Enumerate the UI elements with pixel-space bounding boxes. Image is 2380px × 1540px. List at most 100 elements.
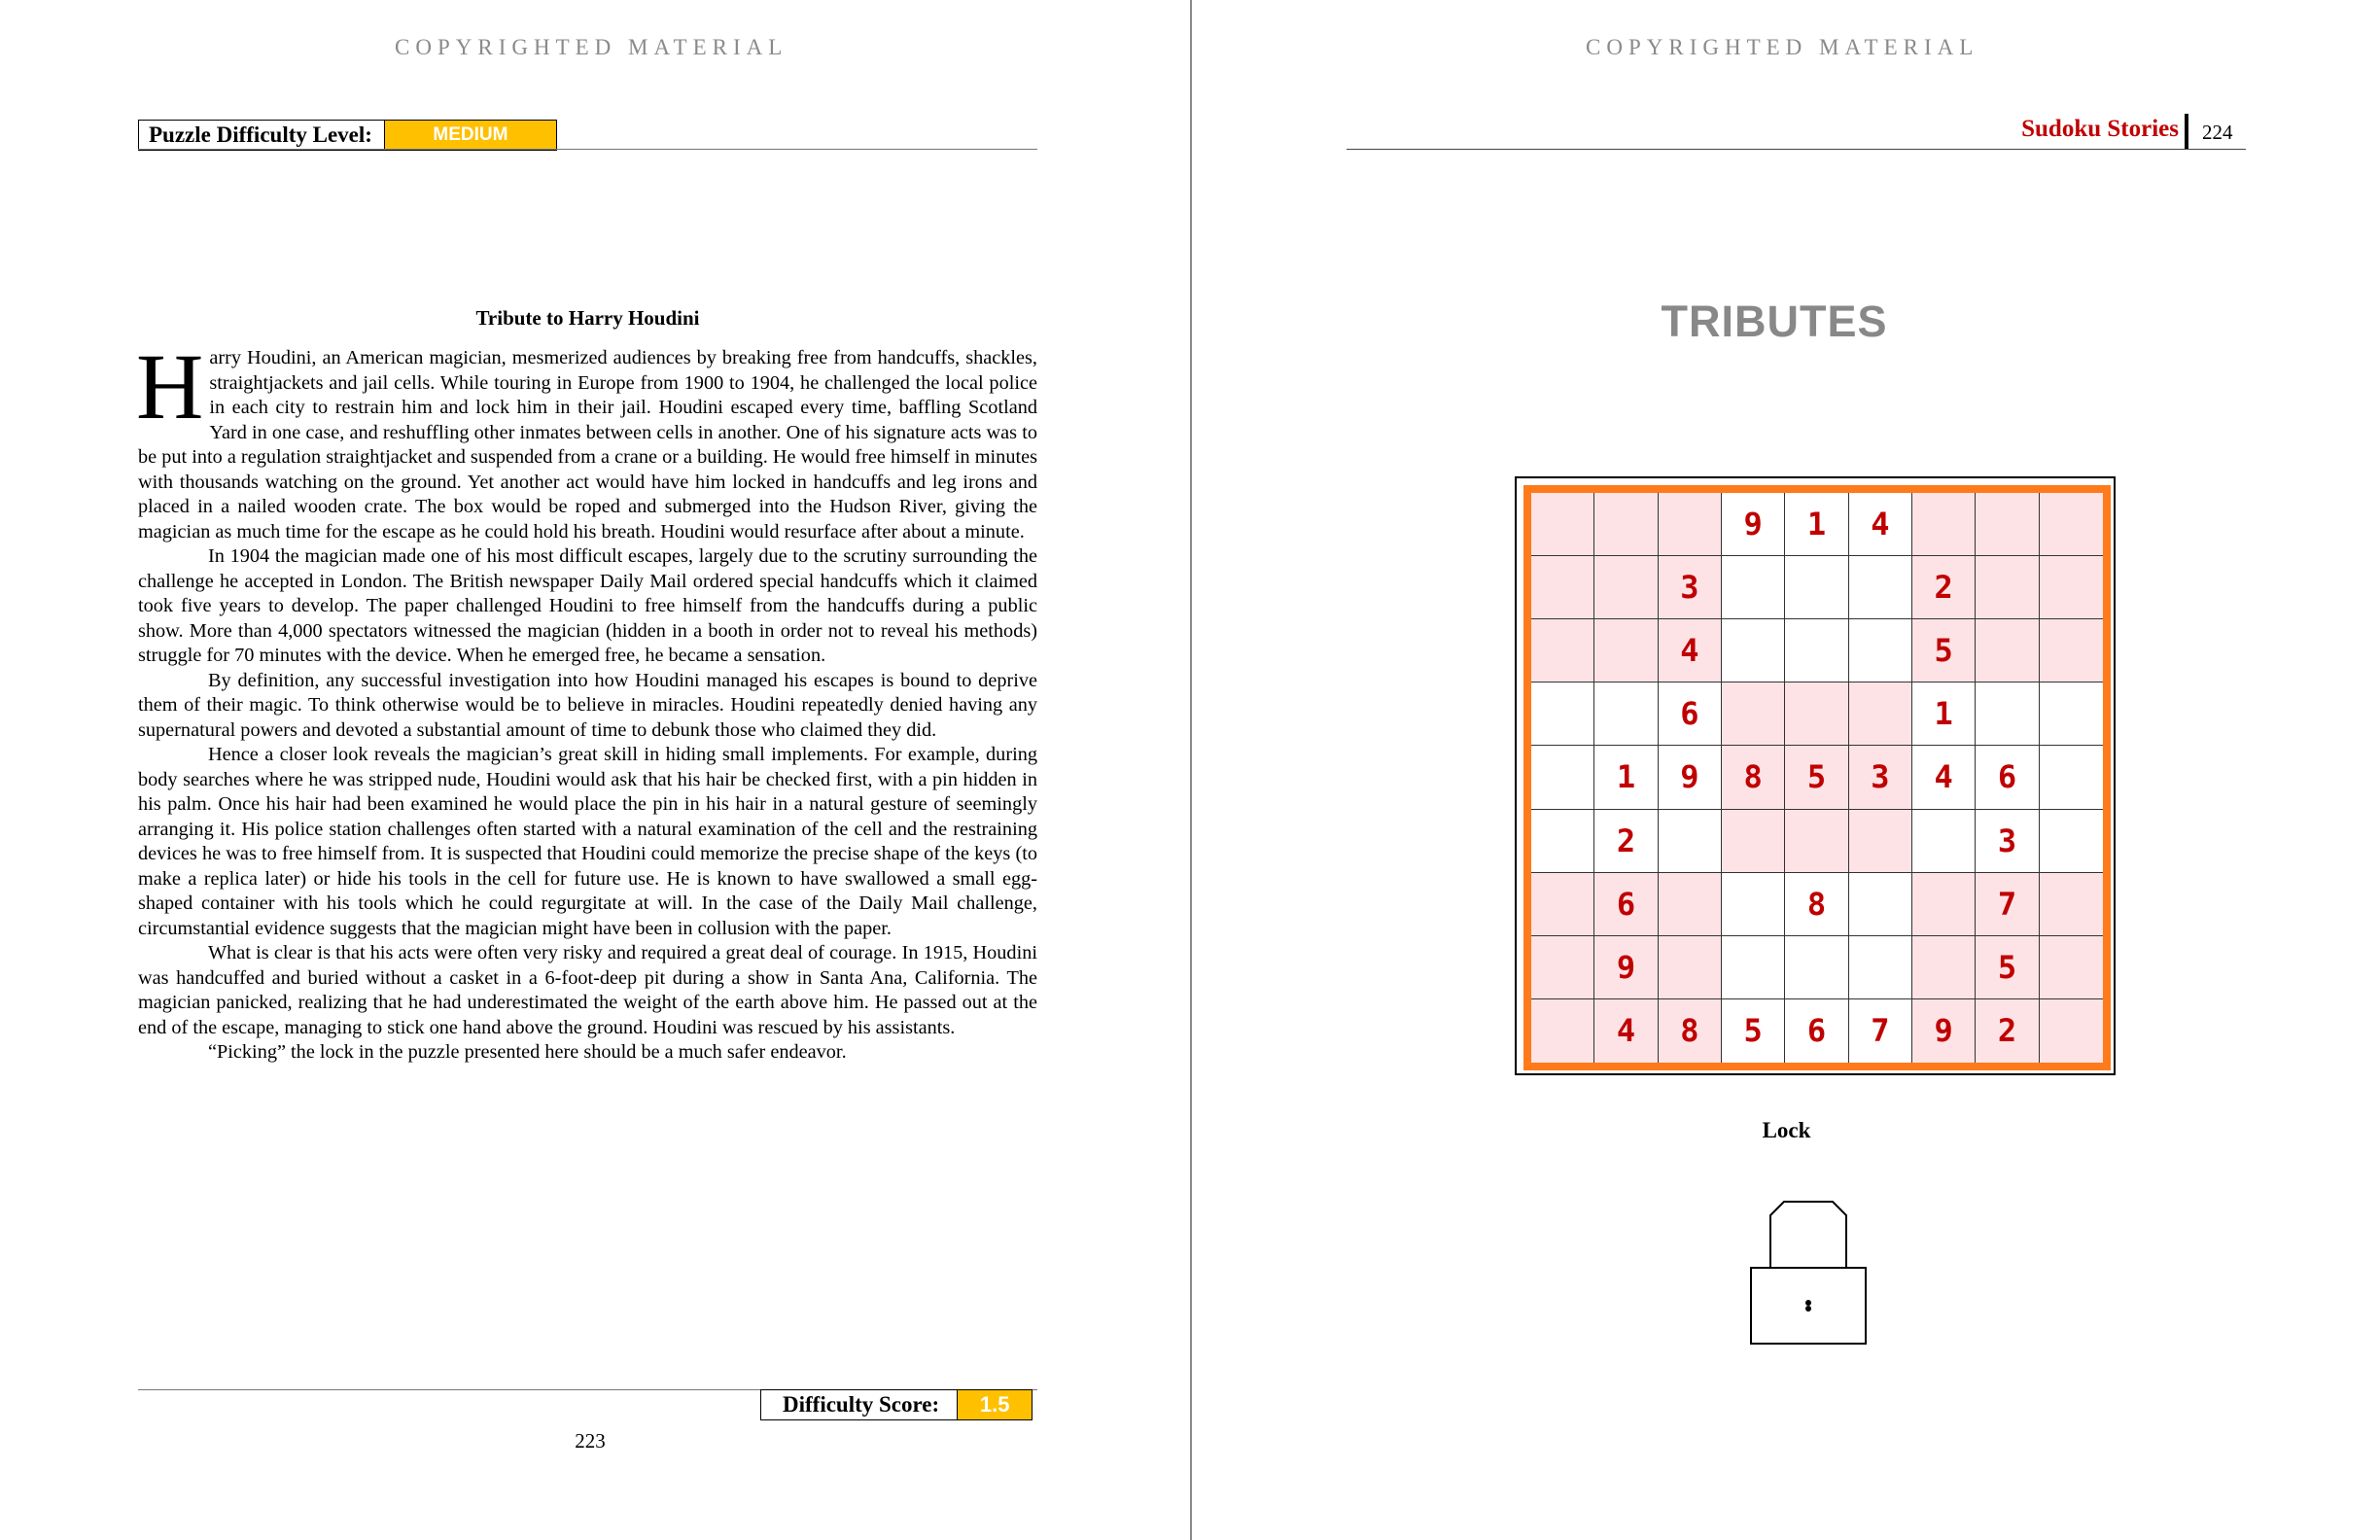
- sudoku-cell[interactable]: 8: [1722, 746, 1786, 810]
- sudoku-cell[interactable]: [1531, 682, 1595, 747]
- copyright-notice: COPYRIGHTED MATERIAL: [1586, 35, 1979, 59]
- sudoku-cell[interactable]: 8: [1785, 872, 1849, 936]
- sudoku-cell[interactable]: 4: [1658, 619, 1722, 683]
- sudoku-cell[interactable]: [2039, 998, 2103, 1063]
- sudoku-cell[interactable]: [1785, 619, 1849, 683]
- sudoku-cell[interactable]: [1848, 872, 1912, 936]
- sudoku-cell[interactable]: 3: [1658, 556, 1722, 620]
- sudoku-cell[interactable]: 4: [1848, 493, 1912, 557]
- sudoku-cell[interactable]: [1531, 809, 1595, 873]
- sudoku-cell[interactable]: [1531, 493, 1595, 557]
- sudoku-cell[interactable]: [2039, 810, 2103, 873]
- sudoku-cell[interactable]: 2: [1912, 556, 1977, 620]
- sudoku-cell[interactable]: 3: [1848, 746, 1912, 810]
- puzzle-caption: Lock: [1762, 1118, 1811, 1142]
- sudoku-cell[interactable]: [1848, 682, 1912, 747]
- sudoku-cell[interactable]: [1594, 619, 1659, 683]
- page-number: 224: [2202, 121, 2233, 144]
- sudoku-cell[interactable]: [1658, 935, 1722, 999]
- sudoku-cell[interactable]: [1722, 682, 1786, 747]
- sudoku-cell[interactable]: 2: [1976, 998, 2040, 1063]
- sudoku-cell[interactable]: [1658, 809, 1722, 873]
- sudoku-cell[interactable]: [1848, 619, 1912, 683]
- sudoku-cell[interactable]: [2039, 872, 2103, 936]
- sudoku-cell[interactable]: [1722, 935, 1786, 999]
- sudoku-cell[interactable]: [2039, 619, 2103, 683]
- sudoku-cell[interactable]: 8: [1658, 998, 1722, 1063]
- sudoku-cell[interactable]: 5: [1722, 998, 1786, 1063]
- sudoku-cell[interactable]: [1785, 809, 1849, 873]
- sudoku-cell[interactable]: [1976, 493, 2040, 557]
- sudoku-cell[interactable]: 9: [1594, 935, 1659, 999]
- sudoku-cell[interactable]: [1658, 872, 1722, 936]
- article-paragraph: Hence a closer look reveals the magician…: [138, 744, 1037, 939]
- sudoku-cell[interactable]: [1531, 619, 1595, 683]
- sudoku-cell[interactable]: 4: [1912, 746, 1977, 810]
- sudoku-cell[interactable]: [1976, 682, 2040, 747]
- sudoku-cell[interactable]: 5: [1912, 619, 1977, 683]
- sudoku-cell[interactable]: [1848, 935, 1912, 999]
- sudoku-cell[interactable]: [1912, 493, 1977, 557]
- difficulty-level-label: Puzzle Difficulty Level:: [149, 122, 372, 147]
- sudoku-cell[interactable]: [1531, 556, 1595, 620]
- sudoku-cell[interactable]: [1531, 746, 1595, 810]
- sudoku-cell[interactable]: [1785, 935, 1849, 999]
- sudoku-cell[interactable]: [1531, 998, 1595, 1063]
- sudoku-cell[interactable]: 6: [1658, 682, 1722, 747]
- difficulty-level-box: Puzzle Difficulty Level: MEDIUM: [138, 120, 557, 151]
- article-paragraph: In 1904 the magician made one of his mos…: [138, 545, 1037, 666]
- difficulty-score-label: Difficulty Score:: [783, 1392, 940, 1417]
- page-number: 223: [575, 1429, 606, 1452]
- sudoku-cell[interactable]: [1594, 682, 1659, 747]
- sudoku-cell[interactable]: 6: [1594, 872, 1659, 936]
- article-paragraph: “Picking” the lock in the puzzle present…: [208, 1041, 847, 1063]
- sudoku-cell[interactable]: 6: [1785, 998, 1849, 1063]
- sudoku-cell[interactable]: 4: [1594, 998, 1659, 1063]
- sudoku-cell[interactable]: [2039, 556, 2103, 620]
- sudoku-cell[interactable]: 7: [1849, 998, 1912, 1063]
- sudoku-cell[interactable]: 9: [1658, 746, 1722, 810]
- sudoku-cell[interactable]: [1785, 556, 1849, 620]
- left-page: COPYRIGHTED MATERIAL Puzzle Difficulty L…: [0, 0, 1190, 1540]
- sudoku-cell[interactable]: [1722, 619, 1786, 683]
- drop-cap: H: [136, 334, 204, 438]
- sudoku-cell[interactable]: [1912, 872, 1977, 936]
- sudoku-cell[interactable]: [1722, 872, 1786, 936]
- sudoku-cell[interactable]: [1531, 935, 1595, 999]
- sudoku-cell[interactable]: 1: [1912, 682, 1977, 747]
- sudoku-cell[interactable]: [1722, 556, 1786, 620]
- sudoku-cell[interactable]: [1912, 809, 1977, 873]
- sudoku-cell[interactable]: [1976, 556, 2040, 620]
- sudoku-cell[interactable]: 1: [1785, 493, 1849, 557]
- sudoku-cell[interactable]: [2039, 493, 2103, 557]
- sudoku-cell[interactable]: [1976, 619, 2040, 683]
- difficulty-level-value: MEDIUM: [383, 121, 556, 150]
- sudoku-cell[interactable]: [1785, 682, 1849, 747]
- sudoku-cell[interactable]: 2: [1594, 809, 1659, 873]
- sudoku-cell[interactable]: [1912, 935, 1977, 999]
- sudoku-cell[interactable]: 5: [1976, 935, 2040, 999]
- article-title: Tribute to Harry Houdini: [475, 306, 700, 330]
- paragraph-text: arry Houdini, an American magician, mesm…: [138, 347, 1037, 542]
- sudoku-cell[interactable]: 9: [1722, 493, 1786, 557]
- sudoku-cell[interactable]: 3: [1976, 809, 2040, 873]
- sudoku-cell[interactable]: [1531, 872, 1595, 936]
- sudoku-cell[interactable]: [1848, 556, 1912, 620]
- sudoku-cell[interactable]: [1658, 493, 1722, 557]
- sudoku-cell[interactable]: 6: [1976, 746, 2040, 810]
- sudoku-cell[interactable]: [1722, 809, 1786, 873]
- sudoku-cell[interactable]: 7: [1976, 872, 2040, 936]
- sudoku-cell[interactable]: [2039, 746, 2103, 810]
- sudoku-frame: 914324561198534623687954856792: [1515, 476, 2116, 1075]
- header-rule: [138, 149, 1037, 150]
- article-paragraph: Harry Houdini, an American magician, mes…: [136, 334, 1037, 544]
- sudoku-cell[interactable]: 9: [1912, 998, 1977, 1063]
- sudoku-cell[interactable]: 5: [1785, 746, 1849, 810]
- article-paragraph: By definition, any successful investigat…: [138, 669, 1037, 741]
- sudoku-cell[interactable]: 1: [1594, 746, 1659, 810]
- sudoku-cell[interactable]: [2039, 935, 2103, 999]
- sudoku-cell[interactable]: [1594, 556, 1659, 620]
- sudoku-cell[interactable]: [2039, 682, 2103, 747]
- sudoku-cell[interactable]: [1848, 809, 1912, 873]
- sudoku-cell[interactable]: [1594, 493, 1659, 557]
